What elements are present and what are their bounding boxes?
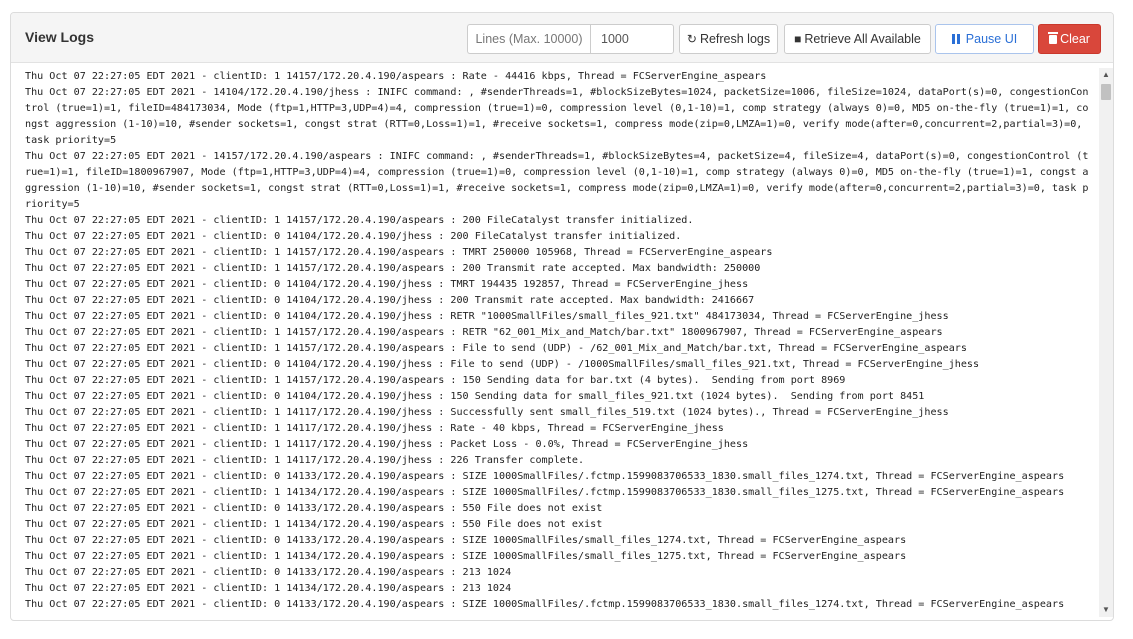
scroll-thumb[interactable] (1101, 84, 1111, 100)
log-line: Thu Oct 07 22:27:05 EDT 2021 - clientID:… (25, 343, 967, 354)
refresh-icon: ↻ (686, 32, 697, 46)
view-logs-panel: View Logs Lines (Max. 10000) ↻Refresh lo… (10, 12, 1114, 621)
trash-icon (1048, 32, 1059, 44)
log-line: Thu Oct 07 22:27:05 EDT 2021 - clientID:… (25, 407, 949, 418)
book-icon: ■ (794, 32, 802, 46)
refresh-logs-label: Refresh logs (699, 32, 771, 46)
lines-label: Lines (Max. 10000) (467, 24, 590, 54)
log-line: Thu Oct 07 22:27:05 EDT 2021 - clientID:… (25, 359, 980, 370)
scroll-down-icon[interactable]: ▼ (1099, 603, 1113, 617)
pause-ui-label: Pause UI (965, 32, 1018, 46)
page-title: View Logs (25, 29, 94, 45)
log-line: Thu Oct 07 22:27:05 EDT 2021 - clientID:… (25, 375, 846, 386)
log-line: Thu Oct 07 22:27:05 EDT 2021 - clientID:… (25, 263, 761, 274)
log-line: Thu Oct 07 22:27:05 EDT 2021 - clientID:… (25, 535, 907, 546)
log-line: Thu Oct 07 22:27:05 EDT 2021 - clientID:… (25, 71, 767, 82)
pause-ui-button[interactable]: Pause UI (935, 24, 1034, 54)
log-line: Thu Oct 07 22:27:05 EDT 2021 - clientID:… (25, 551, 907, 562)
log-line: Thu Oct 07 22:27:05 EDT 2021 - clientID:… (25, 503, 603, 514)
retrieve-all-button[interactable]: ■ Retrieve All Available (784, 24, 931, 54)
log-line: Thu Oct 07 22:27:05 EDT 2021 - clientID:… (25, 439, 749, 450)
log-line: Thu Oct 07 22:27:05 EDT 2021 - clientID:… (25, 583, 512, 594)
log-line: Thu Oct 07 22:27:05 EDT 2021 - clientID:… (25, 455, 585, 466)
log-line: Thu Oct 07 22:27:05 EDT 2021 - clientID:… (25, 247, 773, 258)
log-line: Thu Oct 07 22:27:05 EDT 2021 - clientID:… (25, 487, 1065, 498)
retrieve-all-label: Retrieve All Available (804, 32, 921, 46)
log-line: Thu Oct 07 22:27:05 EDT 2021 - clientID:… (25, 567, 512, 578)
panel-header: View Logs Lines (Max. 10000) ↻Refresh lo… (11, 13, 1113, 63)
log-line: Thu Oct 07 22:27:05 EDT 2021 - 14104/172… (25, 87, 1089, 146)
log-line: Thu Oct 07 22:27:05 EDT 2021 - clientID:… (25, 231, 682, 242)
clear-label: Clear (1060, 32, 1090, 46)
log-line: Thu Oct 07 22:27:05 EDT 2021 - clientID:… (25, 279, 749, 290)
log-line: Thu Oct 07 22:27:05 EDT 2021 - 14157/172… (25, 151, 1089, 210)
log-line: Thu Oct 07 22:27:05 EDT 2021 - clientID:… (25, 423, 724, 434)
log-line: Thu Oct 07 22:27:05 EDT 2021 - clientID:… (25, 599, 1065, 610)
scroll-up-icon[interactable]: ▲ (1099, 68, 1113, 82)
log-line: Thu Oct 07 22:27:05 EDT 2021 - clientID:… (25, 327, 943, 338)
clear-button[interactable]: Clear (1038, 24, 1101, 54)
log-scrollbar[interactable]: ▲ ▼ (1099, 68, 1113, 617)
log-line: Thu Oct 07 22:27:05 EDT 2021 - clientID:… (25, 311, 949, 322)
pause-icon (951, 26, 962, 54)
log-line: Thu Oct 07 22:27:05 EDT 2021 - clientID:… (25, 471, 1065, 482)
log-line: Thu Oct 07 22:27:05 EDT 2021 - clientID:… (25, 519, 603, 530)
log-output[interactable]: Thu Oct 07 22:27:05 EDT 2021 - clientID:… (15, 69, 1097, 616)
lines-input[interactable] (590, 24, 674, 54)
log-line: Thu Oct 07 22:27:05 EDT 2021 - clientID:… (25, 215, 694, 226)
lines-control: Lines (Max. 10000) (467, 24, 674, 54)
log-line: Thu Oct 07 22:27:05 EDT 2021 - clientID:… (25, 295, 755, 306)
log-line: Thu Oct 07 22:27:05 EDT 2021 - clientID:… (25, 391, 925, 402)
refresh-logs-button[interactable]: ↻ Refresh logs (679, 24, 778, 54)
